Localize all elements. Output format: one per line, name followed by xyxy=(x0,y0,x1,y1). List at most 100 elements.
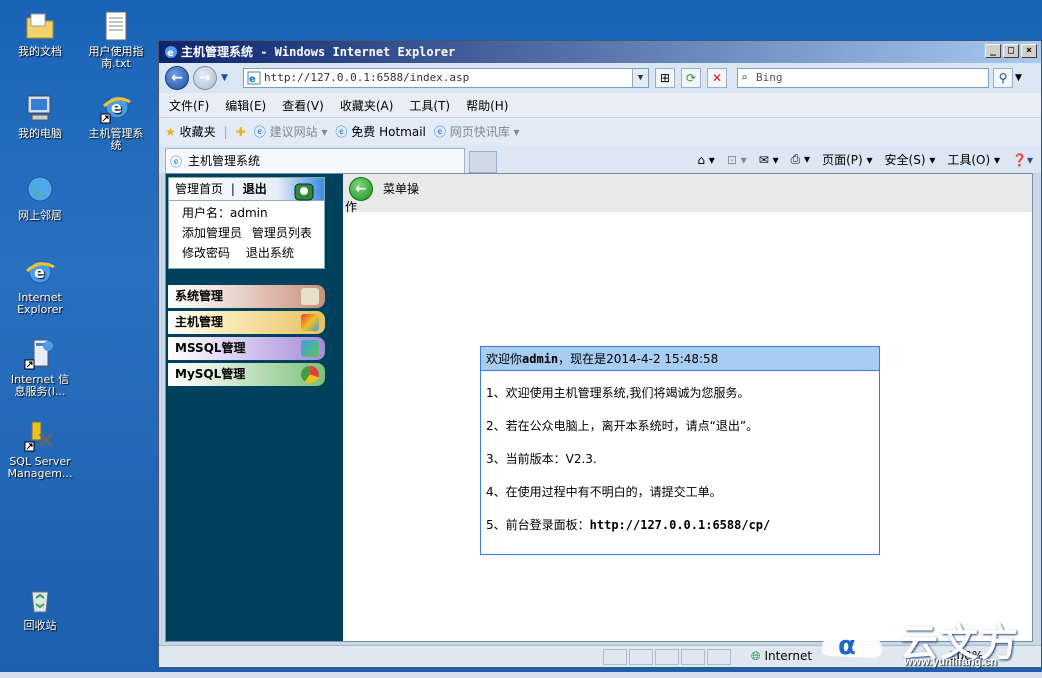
address-dropdown-icon[interactable]: ▼ xyxy=(632,69,648,87)
menu-operation-strip: ← 菜单操 作 xyxy=(343,174,1032,214)
computer-icon xyxy=(24,92,56,124)
hotmail-link[interactable]: ⓔ 免费 Hotmail xyxy=(335,123,425,140)
address-row: ← → ▼ e http://127.0.0.1:6588/index.asp … xyxy=(159,63,1041,93)
tab-host-system[interactable]: ⓔ 主机管理系统 xyxy=(165,148,465,173)
menu-tools[interactable]: 工具(T) xyxy=(409,97,450,114)
forward-button[interactable]: → xyxy=(193,66,217,90)
admin-badge-icon xyxy=(294,183,314,208)
print-icon[interactable]: ⎙ ▾ xyxy=(791,152,810,167)
web-slice-gallery-link[interactable]: ⓔ 网页快讯库 ▾ xyxy=(434,123,520,140)
welcome-header: 欢迎你admin，现在是2014-4-2 15:48:58 xyxy=(481,347,879,371)
list-item: 1、欢迎使用主机管理系统,我们将竭诚为您服务。 xyxy=(486,386,750,400)
star-icon: ★ xyxy=(165,125,176,139)
ie-page-icon: ⓔ xyxy=(433,125,446,139)
nav-system-management[interactable]: 系统管理 xyxy=(168,285,325,308)
pie-chart-icon xyxy=(301,366,319,383)
list-item: 5、前台登录面板：http://127.0.0.1:6588/cp/ xyxy=(486,518,771,532)
desktop-icon-iis[interactable]: Internet 信 息服务(I... xyxy=(4,338,76,398)
tools-menu[interactable]: 工具(O) ▾ xyxy=(947,151,1000,168)
desktop-icon-host-system[interactable]: e 主机管理系 统 xyxy=(80,92,152,152)
list-item: 3、当前版本：V2.3. xyxy=(486,452,597,466)
safety-menu[interactable]: 安全(S) ▾ xyxy=(885,151,936,168)
watermark-url: www.yunlifang.cn xyxy=(904,656,998,668)
menu-favorites[interactable]: 收藏夹(A) xyxy=(340,97,394,114)
nav-mssql-management[interactable]: MSSQL管理 xyxy=(168,337,325,360)
search-icon[interactable]: ⚲ xyxy=(993,68,1013,88)
back-button[interactable]: ← xyxy=(165,66,189,90)
page-menu[interactable]: 页面(P) ▾ xyxy=(822,151,872,168)
history-dropdown-icon[interactable]: ▼ xyxy=(221,73,228,83)
admin-box: 管理首页 | 退出 用户名：admin 添加管理员 管理员列表 修改密码 退出系… xyxy=(168,177,325,269)
favorites-bar: ★ 收藏夹 | ✚ ⓔ 建议网站 ▾ ⓔ 免费 Hotmail ⓔ 网页快讯库 … xyxy=(159,117,1041,145)
network-globe-icon xyxy=(24,174,56,206)
svg-text:α: α xyxy=(838,631,856,661)
window-titlebar[interactable]: e 主机管理系统 - Windows Internet Explorer _ □… xyxy=(159,41,1041,63)
security-zone[interactable]: 🌐︎ Internet xyxy=(751,649,812,664)
menu-help[interactable]: 帮助(H) xyxy=(466,97,508,114)
minimize-button[interactable]: _ xyxy=(985,44,1001,58)
menu-operation-label-wrap: 作 xyxy=(345,200,358,214)
folder-icon xyxy=(24,10,56,42)
menu-view[interactable]: 查看(V) xyxy=(282,97,324,114)
stop-icon[interactable]: ✕ xyxy=(707,68,727,88)
new-tab-button[interactable] xyxy=(469,151,497,173)
search-options-icon[interactable]: ▼ xyxy=(1015,73,1022,83)
window-title: 主机管理系统 - Windows Internet Explorer xyxy=(181,45,456,59)
text-file-icon xyxy=(100,10,132,42)
help-icon[interactable]: ❓▾ xyxy=(1012,153,1033,167)
compatibility-view-icon[interactable]: ⊞ xyxy=(655,68,675,88)
ie-page-icon: ⓔ xyxy=(335,125,348,139)
tab-row: ⓔ 主机管理系统 ⌂ ▾ ⊡ ▾ ✉ ▾ ⎙ ▾ 页面(P) ▾ 安全(S) ▾… xyxy=(159,145,1041,173)
mail-icon[interactable]: ✉ ▾ xyxy=(759,153,779,167)
desktop-icon-recycle-bin[interactable]: 回收站 xyxy=(4,584,76,632)
home-icon[interactable]: ⌂ ▾ xyxy=(697,153,714,167)
favorites-button[interactable]: ★ 收藏夹 xyxy=(165,123,216,140)
ie-tab-icon: ⓔ xyxy=(170,155,183,169)
desktop-icon-internet-explorer[interactable]: e Internet Explorer xyxy=(4,256,76,316)
desktop-icon-my-computer[interactable]: 我的电脑 xyxy=(4,92,76,140)
nav-mysql-management[interactable]: MySQL管理 xyxy=(168,363,325,386)
logout-link[interactable]: 退出 xyxy=(243,182,267,196)
ie-window: e 主机管理系统 - Windows Internet Explorer _ □… xyxy=(158,40,1042,668)
welcome-username: admin xyxy=(522,352,559,366)
admin-home-link[interactable]: 管理首页 xyxy=(175,182,223,196)
left-panel: 管理首页 | 退出 用户名：admin 添加管理员 管理员列表 修改密码 退出系… xyxy=(166,174,343,641)
ie-icon: e xyxy=(24,256,56,288)
recycle-bin-icon xyxy=(24,584,56,616)
address-text: http://127.0.0.1:6588/index.asp xyxy=(264,71,470,84)
add-favorite-icon[interactable]: ✚ xyxy=(236,125,246,139)
welcome-list: 1、欢迎使用主机管理系统,我们将竭诚为您服务。 2、若在公众电脑上，离开本系统时… xyxy=(481,371,879,533)
address-bar[interactable]: e http://127.0.0.1:6588/index.asp ▼ xyxy=(243,68,649,88)
cubes-icon xyxy=(301,314,319,331)
logout-system-link[interactable]: 退出系统 xyxy=(246,246,294,260)
suggested-sites-link[interactable]: ⓔ 建议网站 ▾ xyxy=(254,123,328,140)
gear-icon xyxy=(301,288,319,305)
desktop-icon-sql-server[interactable]: SQL Server Managem... xyxy=(4,420,76,480)
menu-edit[interactable]: 编辑(E) xyxy=(225,97,266,114)
menu-file[interactable]: 文件(F) xyxy=(169,97,209,114)
list-item: 4、在使用过程中有不明白的，请提交工单。 xyxy=(486,485,722,499)
feeds-icon[interactable]: ⊡ ▾ xyxy=(727,153,747,167)
admin-list-link[interactable]: 管理员列表 xyxy=(252,226,312,240)
welcome-box: 欢迎你admin，现在是2014-4-2 15:48:58 1、欢迎使用主机管理… xyxy=(480,346,880,555)
desktop-icon-my-documents[interactable]: 我的文档 xyxy=(4,10,76,58)
desktop-icon-network[interactable]: 网上邻居 xyxy=(4,174,76,222)
watermark: α 3 云文方 www.yunlifang.cn xyxy=(818,610,1040,676)
close-button[interactable]: × xyxy=(1021,44,1037,58)
page-content: 管理首页 | 退出 用户名：admin 添加管理员 管理员列表 修改密码 退出系… xyxy=(165,173,1033,642)
search-input[interactable]: ⌕ Bing xyxy=(737,68,989,88)
change-password-link[interactable]: 修改密码 xyxy=(182,246,230,260)
maximize-button[interactable]: □ xyxy=(1003,44,1019,58)
menu-bar: 文件(F) 编辑(E) 查看(V) 收藏夹(A) 工具(T) 帮助(H) xyxy=(159,93,1041,117)
svg-text:e: e xyxy=(167,48,174,59)
refresh-icon[interactable]: ⟳ xyxy=(681,68,701,88)
desktop-icon-user-guide[interactable]: 用户使用指 南.txt xyxy=(80,10,152,70)
ie-shortcut-icon: e xyxy=(100,92,132,124)
search-provider-icon: ⌕ xyxy=(741,71,748,84)
command-bar: ⌂ ▾ ⊡ ▾ ✉ ▾ ⎙ ▾ 页面(P) ▾ 安全(S) ▾ 工具(O) ▾ … xyxy=(697,151,1033,168)
admin-box-header: 管理首页 | 退出 xyxy=(169,178,324,201)
nav-host-management[interactable]: 主机管理 xyxy=(168,311,325,334)
frontend-panel-link[interactable]: http://127.0.0.1:6588/cp/ xyxy=(590,518,771,532)
add-admin-link[interactable]: 添加管理员 xyxy=(182,226,242,240)
cloud-logo-icon: α 3 xyxy=(820,614,884,666)
